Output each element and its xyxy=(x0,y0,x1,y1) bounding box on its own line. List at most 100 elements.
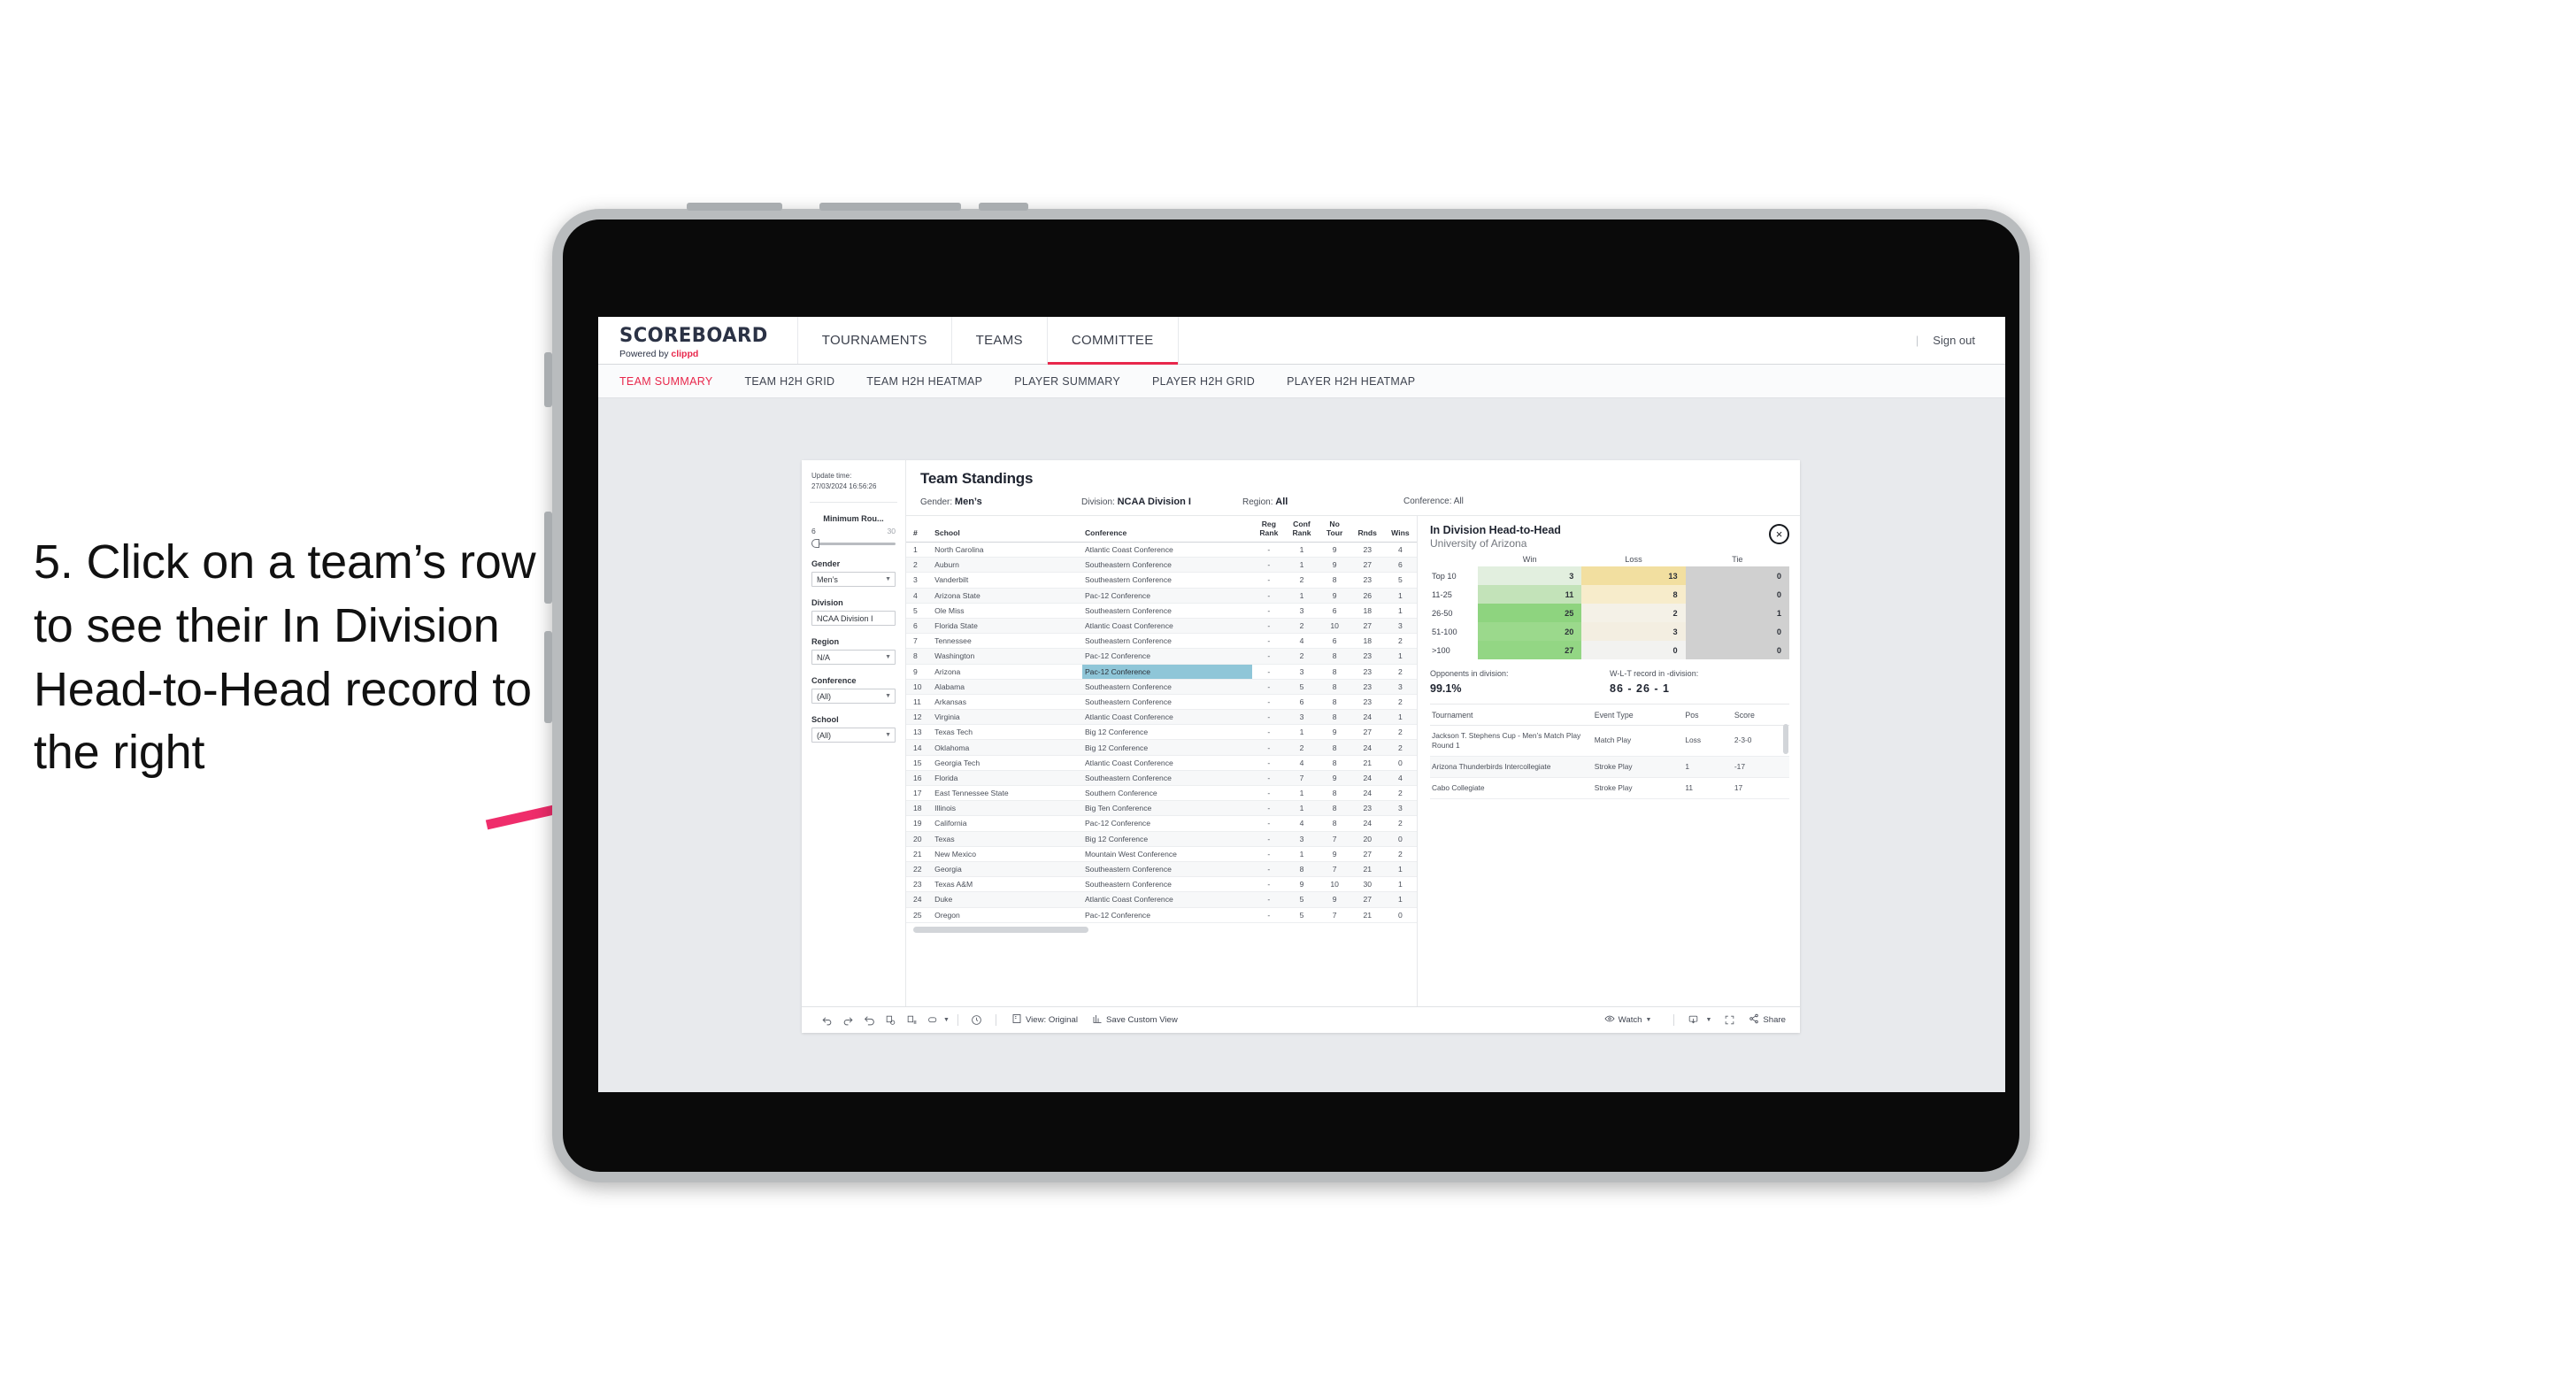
table-row[interactable]: 17 East Tennessee State Southern Conferenc… xyxy=(906,785,1417,802)
table-row[interactable]: 8 Washington Pac-12 Conference -2 8 23 1 xyxy=(906,648,1417,665)
col-score[interactable]: Score xyxy=(1732,705,1789,726)
chevron-down-icon: ▼ xyxy=(885,693,891,700)
nav-item-tournaments[interactable]: TOURNAMENTS xyxy=(798,317,952,364)
cell-conf-rank: 2 xyxy=(1285,648,1319,665)
conference-select[interactable]: (All) ▼ xyxy=(811,689,896,705)
col-tournament[interactable]: Tournament xyxy=(1430,705,1593,726)
side-button-low[interactable] xyxy=(544,631,552,723)
chevron-down-icon[interactable]: ▼ xyxy=(1646,1017,1652,1023)
cell-wins: 1 xyxy=(1383,648,1417,665)
redo-icon[interactable] xyxy=(837,1014,858,1026)
chevron-down-icon[interactable]: ▼ xyxy=(943,1017,950,1023)
cell-rnds: 24 xyxy=(1350,709,1384,726)
tab-player-summary[interactable]: PLAYER SUMMARY xyxy=(1014,375,1120,388)
list-item[interactable]: Arizona Thunderbirds Intercollegiate Stro… xyxy=(1430,756,1789,778)
app-logo[interactable]: SCOREBOARD Powered by clippd xyxy=(598,317,798,364)
table-row[interactable]: 23 Texas A&M Southeastern Conference -9 10 30… xyxy=(906,876,1417,893)
table-row[interactable]: 25 Oregon Pac-12 Conference -5 7 21 0 xyxy=(906,907,1417,923)
sign-out-link[interactable]: Sign out xyxy=(1933,334,1975,347)
tab-team-h2h-heatmap[interactable]: TEAM H2H HEATMAP xyxy=(866,375,982,388)
summary-region: Region: All xyxy=(1242,497,1403,507)
col-no-tour[interactable]: No Tour xyxy=(1318,516,1351,543)
power-button[interactable] xyxy=(687,203,782,211)
tab-team-summary[interactable]: TEAM SUMMARY xyxy=(619,375,712,388)
cell-pos: 11 xyxy=(1683,777,1733,799)
col-wins[interactable]: Wins xyxy=(1383,516,1417,543)
col-rank[interactable]: # xyxy=(906,516,933,543)
h2h-loss-cell: 3 xyxy=(1581,622,1686,641)
table-row[interactable]: 9 Arizona Pac-12 Conference -3 8 23 2 xyxy=(906,664,1417,680)
gender-select[interactable]: Men’s ▼ xyxy=(811,572,896,588)
cell-conference: Southeastern Conference xyxy=(1081,861,1253,878)
table-row[interactable]: 4 Arizona State Pac-12 Conference -1 9 26 1 xyxy=(906,588,1417,604)
scrollbar-thumb[interactable] xyxy=(913,926,1088,933)
col-pos[interactable]: Pos xyxy=(1683,705,1733,726)
cell-no-tour: 9 xyxy=(1318,846,1351,862)
slider-handle[interactable] xyxy=(811,539,819,549)
col-conf-rank[interactable]: Conf Rank xyxy=(1285,516,1319,543)
col-conference[interactable]: Conference xyxy=(1081,516,1253,543)
nav-item-committee[interactable]: COMMITTEE xyxy=(1047,317,1179,365)
table-row[interactable]: 10 Alabama Southeastern Conference -5 8 23 3 xyxy=(906,679,1417,695)
volume-down-button[interactable] xyxy=(979,203,1028,211)
fullscreen-icon[interactable] xyxy=(1719,1014,1740,1026)
tab-player-h2h-grid[interactable]: PLAYER H2H GRID xyxy=(1152,375,1255,388)
volume-up-button[interactable] xyxy=(819,203,961,211)
refresh-data-icon[interactable] xyxy=(880,1014,901,1026)
list-item[interactable]: Cabo Collegiate Stroke Play 11 17 xyxy=(1430,777,1789,799)
region-select[interactable]: N/A ▼ xyxy=(811,650,896,666)
list-item[interactable]: Jackson T. Stephens Cup - Men’s Match Pl… xyxy=(1430,725,1789,757)
chevron-down-icon[interactable]: ▼ xyxy=(1705,1017,1711,1023)
undo-icon[interactable] xyxy=(816,1014,837,1026)
cell-rnds: 18 xyxy=(1350,633,1384,650)
cell-tournament-name: Jackson T. Stephens Cup - Men’s Match Pl… xyxy=(1430,725,1593,757)
save-custom-view-button[interactable]: Save Custom View xyxy=(1092,1013,1178,1027)
close-icon[interactable]: × xyxy=(1769,524,1789,544)
col-reg-rank[interactable]: Reg Rank xyxy=(1252,516,1286,543)
table-row[interactable]: 14 Oklahoma Big 12 Conference -2 8 24 2 xyxy=(906,739,1417,756)
table-row[interactable]: 24 Duke Atlantic Coast Conference -5 9 27 1 xyxy=(906,891,1417,908)
device-layout-icon[interactable] xyxy=(922,1014,943,1026)
vertical-scrollbar[interactable] xyxy=(1783,724,1788,754)
table-row[interactable]: 5 Ole Miss Southeastern Conference -3 6 18 1 xyxy=(906,603,1417,619)
table-row[interactable]: 6 Florida State Atlantic Coast Conference -… xyxy=(906,618,1417,635)
cell-conf-rank: 1 xyxy=(1285,588,1319,604)
table-row[interactable]: 16 Florida Southeastern Conference -7 9 24 4 xyxy=(906,770,1417,787)
view-original-button[interactable]: View: Original xyxy=(1011,1013,1078,1027)
table-row[interactable]: 22 Georgia Southeastern Conference -8 7 21 1 xyxy=(906,861,1417,878)
tab-player-h2h-heatmap[interactable]: PLAYER H2H HEATMAP xyxy=(1287,375,1415,388)
col-rnds[interactable]: Rnds xyxy=(1350,516,1384,543)
side-button-mid[interactable] xyxy=(544,512,552,604)
download-icon[interactable] xyxy=(1682,1014,1703,1026)
table-row[interactable]: 13 Texas Tech Big 12 Conference -1 9 27 2 xyxy=(906,724,1417,741)
school-select[interactable]: (All) ▼ xyxy=(811,728,896,743)
table-row[interactable]: 18 Illinois Big Ten Conference -1 8 23 3 xyxy=(906,800,1417,817)
table-row[interactable]: 21 New Mexico Mountain West Conference -1 9 2… xyxy=(906,846,1417,862)
cell-conference: Southeastern Conference xyxy=(1081,679,1253,695)
watch-button[interactable]: Watch ▼ xyxy=(1604,1013,1652,1027)
table-row[interactable]: 3 Vanderbilt Southeastern Conference -2 8 23 5 xyxy=(906,572,1417,589)
revert-icon[interactable] xyxy=(858,1014,880,1026)
h2h-tie-cell: 0 xyxy=(1685,641,1789,659)
table-row[interactable]: 1 North Carolina Atlantic Coast Conference… xyxy=(906,542,1417,558)
horizontal-scrollbar[interactable] xyxy=(913,926,1410,934)
nav-item-teams[interactable]: TEAMS xyxy=(952,317,1048,364)
table-row[interactable]: 20 Texas Big 12 Conference -3 7 20 0 xyxy=(906,831,1417,847)
table-row[interactable]: 15 Georgia Tech Atlantic Coast Conference -… xyxy=(906,755,1417,771)
division-select[interactable]: NCAA Division I xyxy=(811,611,896,627)
table-row[interactable]: 2 Auburn Southeastern Conference -1 9 27 6 xyxy=(906,557,1417,574)
minimum-rounds-slider[interactable] xyxy=(811,539,896,549)
col-school[interactable]: School xyxy=(932,516,1082,543)
table-row[interactable]: 11 Arkansas Southeastern Conference -6 8 23 2 xyxy=(906,694,1417,711)
pause-updates-icon[interactable] xyxy=(901,1014,922,1026)
side-button-top[interactable] xyxy=(544,352,552,407)
clock-icon[interactable] xyxy=(966,1014,988,1026)
table-row[interactable]: 12 Virginia Atlantic Coast Conference -3 8 24… xyxy=(906,709,1417,726)
share-button[interactable]: Share xyxy=(1749,1013,1786,1027)
head-to-head-panel: In Division Head-to-Head University of A… xyxy=(1418,516,1800,1006)
col-event-type[interactable]: Event Type xyxy=(1592,705,1684,726)
table-row[interactable]: 7 Tennessee Southeastern Conference -4 6 18 2 xyxy=(906,633,1417,650)
table-row[interactable]: 19 California Pac-12 Conference -4 8 24 2 xyxy=(906,815,1417,832)
tab-team-h2h-grid[interactable]: TEAM H2H GRID xyxy=(744,375,834,388)
school-value: (All) xyxy=(817,730,831,740)
